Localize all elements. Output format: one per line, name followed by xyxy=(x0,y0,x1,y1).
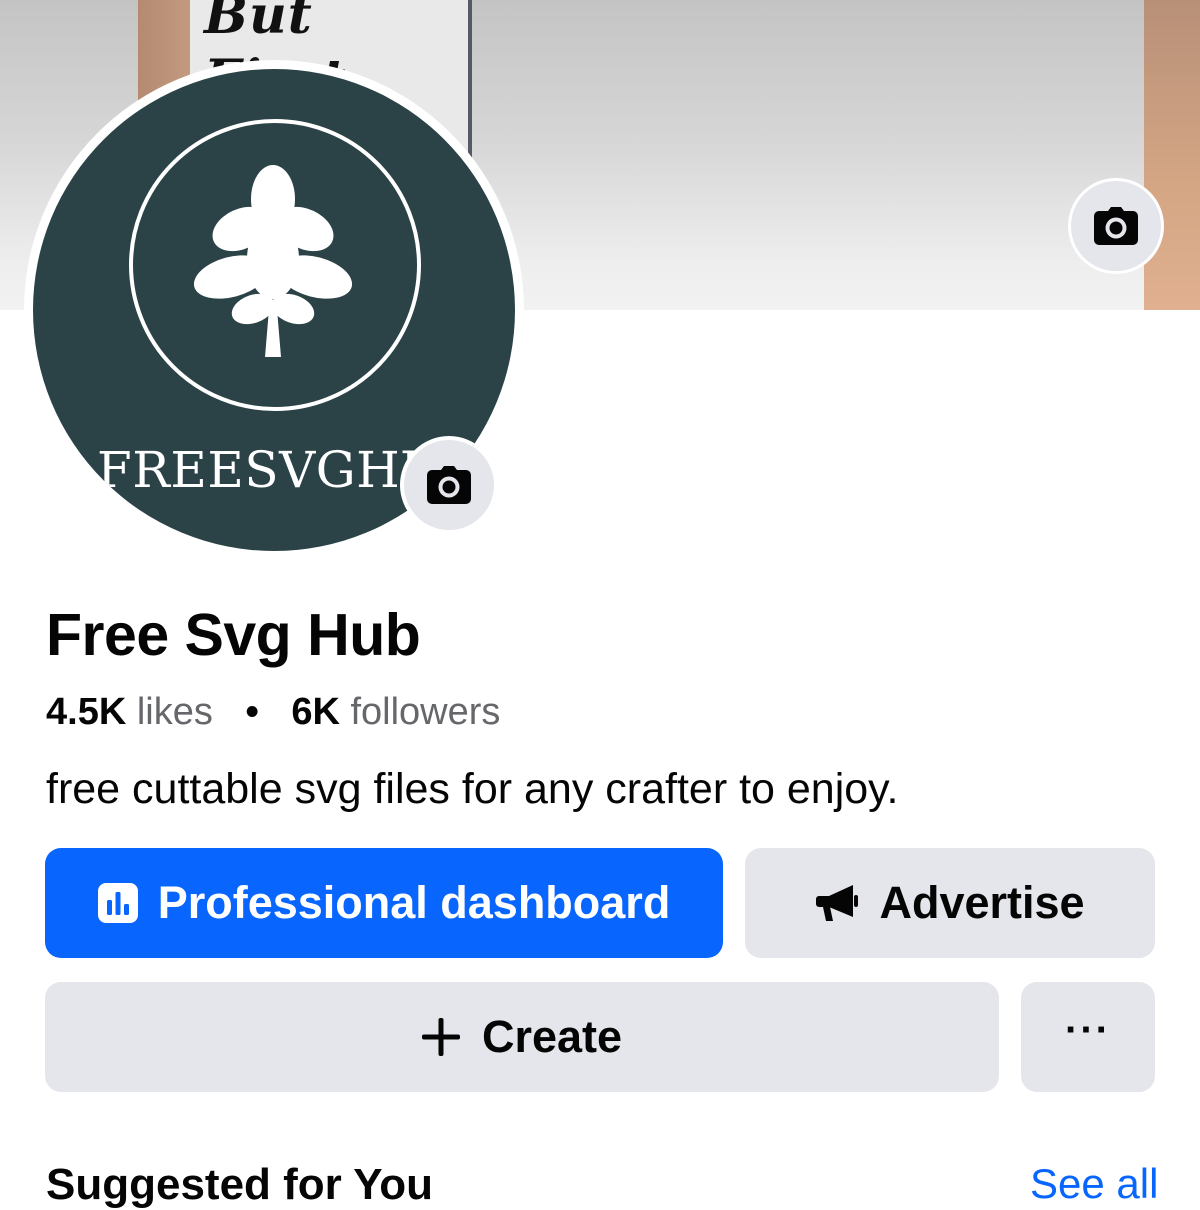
cover-wood-right xyxy=(1144,0,1200,310)
followers-label[interactable]: followers xyxy=(350,691,500,733)
bar-chart-icon xyxy=(97,883,138,923)
likes-label[interactable]: likes xyxy=(137,691,213,733)
likes-count[interactable]: 4.5K xyxy=(46,691,126,733)
edit-cover-photo-button[interactable] xyxy=(1068,178,1164,274)
page-title: Free Svg Hub xyxy=(46,602,421,668)
tree-logo-icon xyxy=(193,165,353,357)
camera-icon xyxy=(427,466,471,504)
followers-count[interactable]: 6K xyxy=(291,691,340,733)
advertise-button[interactable]: Advertise xyxy=(745,848,1155,958)
create-label: Create xyxy=(481,1011,623,1062)
suggested-section-heading: Suggested for You xyxy=(46,1160,434,1209)
ellipsis-icon: ··· xyxy=(1065,1008,1111,1052)
professional-dashboard-label: Professional dashboard xyxy=(157,877,671,928)
professional-dashboard-button[interactable]: Professional dashboard xyxy=(45,848,723,958)
plus-icon xyxy=(421,1018,460,1056)
create-button[interactable]: Create xyxy=(45,982,999,1092)
edit-profile-photo-button[interactable] xyxy=(400,436,498,534)
page-bio: free cuttable svg files for any crafter … xyxy=(46,765,899,813)
see-all-link[interactable]: See all xyxy=(1030,1160,1158,1208)
more-options-button[interactable]: ··· xyxy=(1021,982,1155,1092)
page-stats: 4.5K likes • 6K followers xyxy=(46,690,500,734)
advertise-label: Advertise xyxy=(879,877,1085,928)
camera-icon xyxy=(1094,207,1138,245)
megaphone-icon xyxy=(815,883,859,923)
stats-separator: • xyxy=(245,691,259,733)
